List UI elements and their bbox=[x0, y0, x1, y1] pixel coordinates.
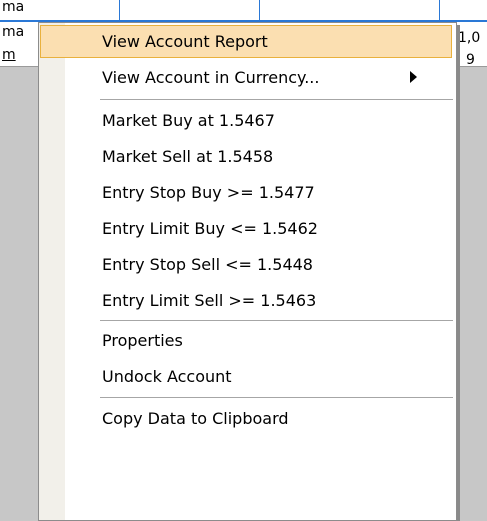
grid-cell-divider bbox=[439, 0, 440, 20]
grid-row[interactable]: ma bbox=[0, 0, 487, 22]
menu-item-market-sell[interactable]: Market Sell at 1.5458 bbox=[39, 138, 456, 174]
menu-item-entry-limit-buy[interactable]: Entry Limit Buy <= 1.5462 bbox=[39, 210, 456, 246]
menu-item-label: Properties bbox=[102, 330, 183, 350]
menu-item-label: Market Sell at 1.5458 bbox=[102, 146, 274, 166]
menu-separator bbox=[100, 99, 453, 100]
menu-item-properties[interactable]: Properties bbox=[39, 322, 456, 358]
menu-item-entry-stop-buy[interactable]: Entry Stop Buy >= 1.5477 bbox=[39, 174, 456, 210]
menu-item-label: Entry Limit Sell >= 1.5463 bbox=[102, 290, 317, 310]
menu-item-view-account-in-currency[interactable]: View Account in Currency... bbox=[39, 59, 456, 95]
menu-item-label: Entry Stop Buy >= 1.5477 bbox=[102, 182, 315, 202]
menu-item-entry-limit-sell[interactable]: Entry Limit Sell >= 1.5463 bbox=[39, 282, 456, 318]
menu-item-entry-stop-sell[interactable]: Entry Stop Sell <= 1.5448 bbox=[39, 246, 456, 282]
menu-item-label: Entry Limit Buy <= 1.5462 bbox=[102, 218, 318, 238]
menu-item-label: Entry Stop Sell <= 1.5448 bbox=[102, 254, 313, 274]
menu-separator bbox=[100, 320, 453, 321]
menu-item-label: Market Buy at 1.5467 bbox=[102, 110, 275, 130]
menu-item-undock-account[interactable]: Undock Account bbox=[39, 358, 456, 394]
menu-item-label: Copy Data to Clipboard bbox=[102, 408, 289, 428]
grid-cell-text: ma bbox=[2, 24, 25, 40]
grid-cell-divider bbox=[259, 0, 260, 20]
menu-item-label: View Account in Currency... bbox=[102, 67, 320, 87]
grid-cell-text: m bbox=[2, 47, 16, 63]
grid-cell-text: 9 bbox=[466, 52, 475, 68]
grid-cell-text: ma bbox=[2, 0, 25, 15]
menu-item-copy-data-to-clipboard[interactable]: Copy Data to Clipboard bbox=[39, 400, 456, 436]
context-menu: View Account Report View Account in Curr… bbox=[38, 22, 457, 521]
grid-cell-divider bbox=[119, 0, 120, 20]
submenu-arrow-icon bbox=[410, 71, 417, 83]
menu-item-label: Undock Account bbox=[102, 366, 232, 386]
menu-item-view-account-report[interactable]: View Account Report bbox=[40, 25, 452, 58]
menu-item-label: View Account Report bbox=[102, 32, 268, 51]
menu-separator bbox=[100, 397, 453, 398]
menu-item-market-buy[interactable]: Market Buy at 1.5467 bbox=[39, 102, 456, 138]
